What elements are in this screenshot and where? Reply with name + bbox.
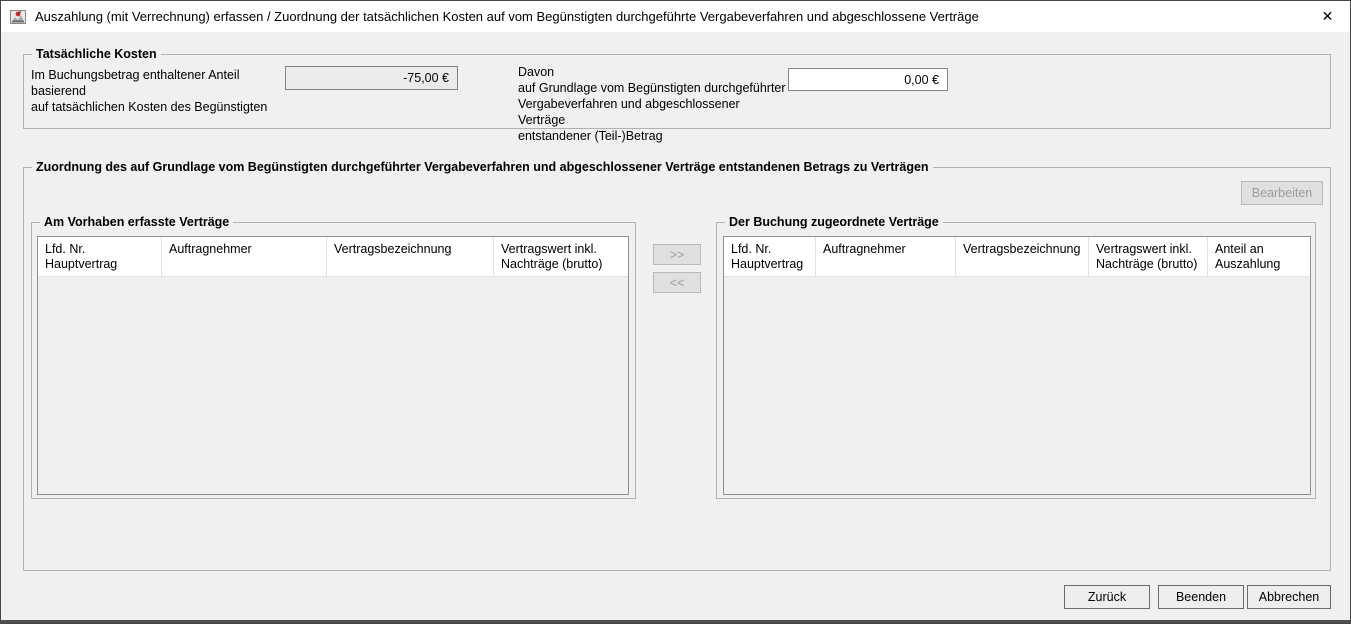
- taskbar-edge: [1, 620, 1350, 623]
- assigned-contracts-table-body[interactable]: [724, 277, 1310, 494]
- column-header-auftragnehmer[interactable]: Auftragnehmer: [162, 237, 327, 276]
- booking-share-label: Im Buchungsbetrag enthaltener Anteil bas…: [31, 67, 281, 115]
- column-header-auftragnehmer[interactable]: Auftragnehmer: [816, 237, 956, 276]
- actual-costs-group-title: Tatsächliche Kosten: [32, 46, 161, 62]
- cancel-button[interactable]: Abbrechen: [1247, 585, 1331, 609]
- assignment-group-title: Zuordnung des auf Grundlage vom Begünsti…: [32, 159, 933, 175]
- close-icon: ✕: [1322, 8, 1334, 25]
- booking-share-field: [285, 66, 458, 90]
- move-right-button[interactable]: >>: [653, 244, 701, 265]
- davon-amount-input[interactable]: [788, 68, 948, 91]
- window-title: Auszahlung (mit Verrechnung) erfassen / …: [35, 9, 979, 24]
- close-button[interactable]: ✕: [1305, 1, 1350, 32]
- actual-costs-group: Tatsächliche Kosten Im Buchungsbetrag en…: [23, 54, 1331, 129]
- dialog-window: Auszahlung (mit Verrechnung) erfassen / …: [0, 0, 1351, 624]
- back-button[interactable]: Zurück: [1064, 585, 1150, 609]
- column-header-vertragsbezeichnung[interactable]: Vertragsbezeichnung: [956, 237, 1089, 276]
- column-header-lfd-nr[interactable]: Lfd. Nr. Hauptvertrag: [38, 237, 162, 276]
- finish-button[interactable]: Beenden: [1158, 585, 1244, 609]
- assigned-contracts-table[interactable]: Lfd. Nr. Hauptvertrag Auftragnehmer Vert…: [723, 236, 1311, 495]
- column-header-vertragswert[interactable]: Vertragswert inkl. Nachträge (brutto): [494, 237, 628, 276]
- column-header-vertragsbezeichnung[interactable]: Vertragsbezeichnung: [327, 237, 494, 276]
- available-contracts-table-body[interactable]: [38, 277, 628, 494]
- move-left-button[interactable]: <<: [653, 272, 701, 293]
- column-header-anteil[interactable]: Anteil an Auszahlung: [1208, 237, 1310, 276]
- assigned-contracts-table-header: Lfd. Nr. Hauptvertrag Auftragnehmer Vert…: [724, 237, 1310, 277]
- available-contracts-table[interactable]: Lfd. Nr. Hauptvertrag Auftragnehmer Vert…: [37, 236, 629, 495]
- assigned-contracts-group-title: Der Buchung zugeordnete Verträge: [725, 214, 943, 230]
- column-header-vertragswert[interactable]: Vertragswert inkl. Nachträge (brutto): [1089, 237, 1208, 276]
- available-contracts-group: Am Vorhaben erfasste Verträge Lfd. Nr. H…: [31, 222, 636, 499]
- app-icon: [10, 9, 26, 25]
- titlebar: Auszahlung (mit Verrechnung) erfassen / …: [1, 1, 1350, 32]
- column-header-lfd-nr[interactable]: Lfd. Nr. Hauptvertrag: [724, 237, 816, 276]
- available-contracts-group-title: Am Vorhaben erfasste Verträge: [40, 214, 233, 230]
- assigned-contracts-group: Der Buchung zugeordnete Verträge Lfd. Nr…: [716, 222, 1316, 499]
- davon-label: Davon auf Grundlage vom Begünstigten dur…: [518, 64, 788, 144]
- available-contracts-table-header: Lfd. Nr. Hauptvertrag Auftragnehmer Vert…: [38, 237, 628, 277]
- assignment-group: Zuordnung des auf Grundlage vom Begünsti…: [23, 167, 1331, 571]
- edit-button[interactable]: Bearbeiten: [1241, 181, 1323, 205]
